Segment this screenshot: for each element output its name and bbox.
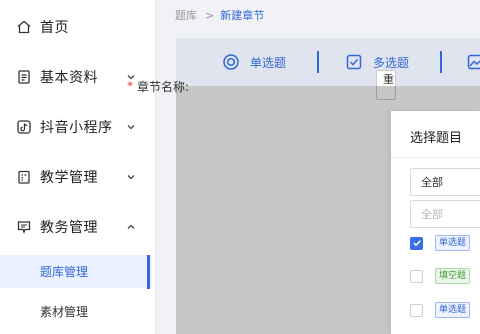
sidebar-subitem-materials[interactable]: 素材管理 xyxy=(0,295,152,328)
sidebar-item-home[interactable]: 首页 xyxy=(0,2,156,52)
dialog-title: 选择题目 xyxy=(410,131,463,146)
sidebar-item-label: 教学管理 xyxy=(40,170,98,186)
image-question-button[interactable] xyxy=(466,38,480,86)
select-question-dialog: 选择题目 全部 全部 单选题 填空题 单选题 xyxy=(391,111,480,334)
dialog-divider xyxy=(391,157,480,158)
breadcrumb-separator: > xyxy=(205,8,215,22)
active-indicator xyxy=(147,255,150,289)
question-type-tag: 填空题 xyxy=(435,268,471,284)
tiktok-icon xyxy=(16,119,32,135)
question-row[interactable]: 单选题 xyxy=(410,233,480,253)
chevron-down-icon xyxy=(126,122,136,132)
sidebar-item-label: 首页 xyxy=(40,20,69,36)
chevron-down-icon xyxy=(126,172,136,182)
question-checkbox[interactable] xyxy=(410,269,423,283)
toolbar-divider xyxy=(317,51,319,73)
sidebar-subitem-question-bank[interactable]: 题库管理 xyxy=(0,255,152,288)
sidebar-subitem-label: 素材管理 xyxy=(40,305,89,319)
checkbox-icon xyxy=(345,53,363,71)
single-choice-label: 单选题 xyxy=(250,55,287,70)
question-row[interactable]: 填空题 xyxy=(410,266,480,286)
check-icon xyxy=(412,240,421,247)
single-choice-button[interactable]: 单选题 xyxy=(222,38,286,86)
multiple-choice-label: 多选题 xyxy=(373,55,410,70)
question-type-tag: 单选题 xyxy=(435,302,471,318)
image-icon xyxy=(466,53,480,71)
chevron-up-icon xyxy=(126,222,136,232)
question-type-toolbar: 单选题 多选题 xyxy=(176,38,480,86)
radio-icon xyxy=(222,53,240,71)
sidebar-item-label: 教务管理 xyxy=(40,220,98,236)
breadcrumb: 题库 > 新建章节 xyxy=(157,0,480,30)
question-filter-select[interactable]: 全部 xyxy=(410,200,480,228)
comment-icon xyxy=(16,219,32,235)
home-icon xyxy=(16,19,32,35)
sidebar-item-teaching-management[interactable]: 教学管理 xyxy=(0,152,156,202)
question-checkbox[interactable] xyxy=(410,236,423,250)
sidebar-item-label: 基本资料 xyxy=(40,70,98,86)
required-mark: * xyxy=(127,79,133,93)
clipboard-icon xyxy=(16,169,32,185)
question-type-tag: 单选题 xyxy=(435,235,471,251)
sidebar-subitem-label: 题库管理 xyxy=(40,265,89,279)
sidebar-item-academic-affairs[interactable]: 教务管理 xyxy=(0,202,156,252)
document-icon xyxy=(16,69,32,85)
sidebar-item-basic-info[interactable]: 基本资料 xyxy=(0,52,156,102)
breadcrumb-parent[interactable]: 题库 xyxy=(175,7,197,23)
sidebar-item-label: 抖音小程序 xyxy=(40,120,113,136)
question-row[interactable]: 单选题 xyxy=(410,300,480,320)
question-checkbox[interactable] xyxy=(410,303,423,317)
breadcrumb-current: 新建章节 xyxy=(220,9,265,22)
sidebar-item-douyin-miniprogram[interactable]: 抖音小程序 xyxy=(0,102,156,152)
toolbar-divider xyxy=(440,51,442,73)
sidebar: 首页 基本资料 抖音小程序 教学管理 教务管理 题库管理 素材管理 xyxy=(0,0,156,334)
question-type-select[interactable]: 全部 xyxy=(410,168,480,196)
